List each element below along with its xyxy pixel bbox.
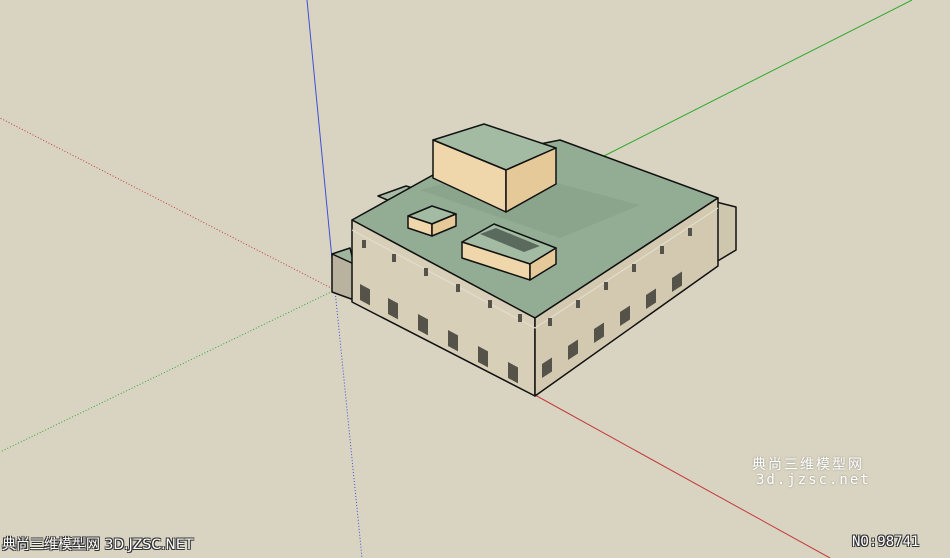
window bbox=[392, 254, 396, 262]
window bbox=[424, 268, 428, 276]
window bbox=[518, 314, 522, 322]
window bbox=[576, 300, 580, 308]
footer-site-label: 典尚三维模型网 3D.JZSC.NET bbox=[2, 537, 194, 553]
window bbox=[548, 318, 552, 326]
green-axis-dotted bbox=[0, 289, 336, 453]
footer-model-number: NO:98741 bbox=[852, 534, 920, 550]
watermark-site-name: 典尚三维模型网 bbox=[752, 457, 864, 473]
rear-wing-right bbox=[715, 201, 737, 263]
window bbox=[688, 228, 692, 236]
green-axis-solid bbox=[599, 0, 913, 159]
window bbox=[632, 264, 636, 272]
red-axis-dotted bbox=[0, 117, 336, 291]
blue-axis-solid bbox=[306, 0, 336, 291]
window bbox=[488, 300, 492, 308]
window bbox=[604, 282, 608, 290]
window bbox=[660, 246, 664, 254]
watermark-site-url: 3d.jzsc.net bbox=[756, 472, 871, 488]
window bbox=[456, 284, 460, 292]
model-viewport[interactable]: 典尚三维模型网 3d.jzsc.net bbox=[0, 0, 950, 558]
window bbox=[362, 240, 366, 248]
blue-axis-dotted bbox=[334, 289, 363, 558]
